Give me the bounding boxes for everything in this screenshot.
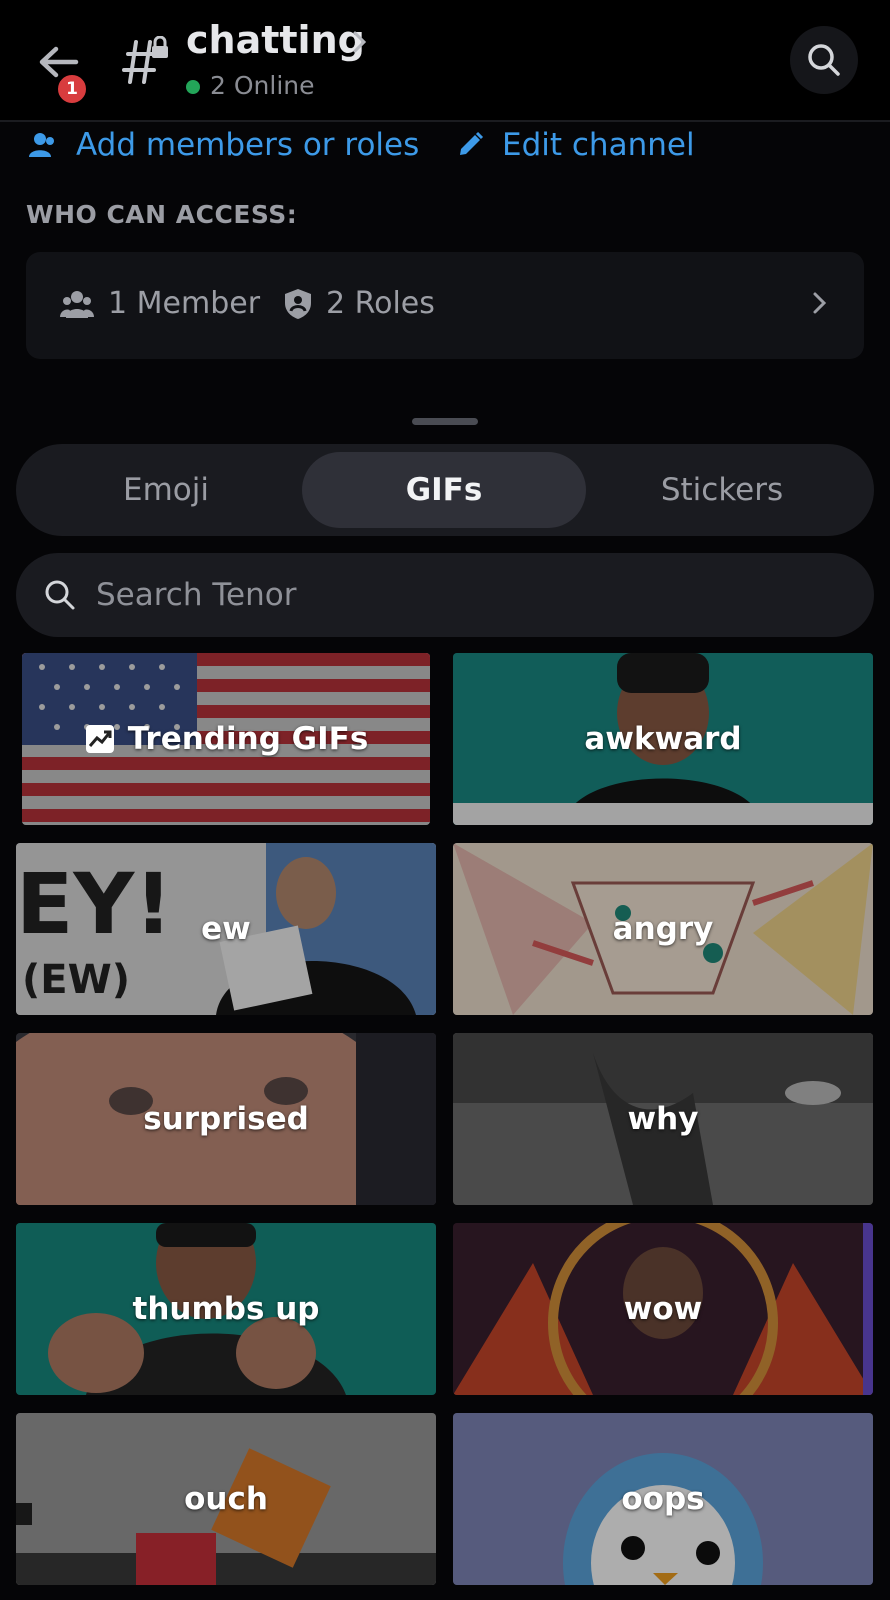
- edit-channel-link[interactable]: Edit channel: [456, 120, 695, 170]
- gif-tile-ew[interactable]: EY! (EW) ew: [16, 843, 436, 1015]
- gif-label: Trending GIFs: [127, 721, 369, 757]
- channel-header: 1 chatting 2 Online: [0, 0, 890, 122]
- gif-tile-oops[interactable]: oops: [453, 1413, 873, 1585]
- gif-tile-thumbs-up[interactable]: thumbs up: [16, 1223, 436, 1395]
- edit-channel-label: Edit channel: [502, 127, 695, 163]
- gif-tile-wow[interactable]: wow: [453, 1223, 873, 1395]
- gif-label: thumbs up: [132, 1291, 320, 1327]
- gif-tile-surprised[interactable]: surprised: [16, 1033, 436, 1205]
- online-count: 2 Online: [210, 71, 315, 100]
- search-button[interactable]: [790, 26, 858, 94]
- tab-emoji[interactable]: Emoji: [24, 452, 308, 528]
- tab-stickers[interactable]: Stickers: [580, 452, 864, 528]
- picker-tabs: Emoji GIFs Stickers: [16, 444, 874, 536]
- search-icon: [45, 580, 75, 610]
- access-summary[interactable]: 1 Member 2 Roles: [26, 252, 864, 359]
- gif-label: oops: [621, 1481, 705, 1517]
- gif-label: surprised: [143, 1101, 309, 1137]
- gif-label: ew: [201, 911, 251, 947]
- chevron-right-icon: [813, 292, 827, 314]
- access-heading: WHO CAN ACCESS:: [26, 200, 298, 229]
- role-count: 2 Roles: [284, 286, 435, 321]
- tab-gifs[interactable]: GIFs: [302, 452, 586, 528]
- chevron-right-icon[interactable]: [352, 30, 368, 54]
- online-indicator: [186, 80, 200, 94]
- member-count: 1 Member: [60, 286, 260, 321]
- gif-label: awkward: [584, 721, 742, 757]
- gif-tile-angry[interactable]: angry: [453, 843, 873, 1015]
- members-icon: [60, 290, 94, 318]
- add-member-icon: [29, 133, 54, 157]
- gif-tile-ouch[interactable]: ouch: [16, 1413, 436, 1585]
- channel-name[interactable]: chatting: [186, 18, 365, 62]
- trending-icon: [85, 725, 114, 753]
- shield-icon: [285, 288, 311, 319]
- locked-channel-icon: [122, 36, 168, 84]
- notification-badge: 1: [55, 72, 89, 106]
- add-members-link[interactable]: Add members or roles: [28, 120, 419, 170]
- gif-label: why: [627, 1101, 699, 1137]
- gif-search-input[interactable]: [94, 576, 798, 614]
- gif-search-bar[interactable]: [16, 553, 874, 637]
- pencil-icon: [460, 131, 484, 155]
- gif-label: angry: [612, 911, 714, 947]
- gif-tile-awkward[interactable]: awkward: [453, 653, 873, 825]
- add-members-label: Add members or roles: [76, 127, 420, 163]
- gif-label: ouch: [184, 1481, 268, 1517]
- search-icon: [808, 44, 840, 76]
- gif-label: wow: [623, 1291, 703, 1327]
- gif-tile-trending[interactable]: Trending GIFs: [22, 653, 430, 825]
- gif-tile-why[interactable]: why: [453, 1033, 873, 1205]
- sheet-drag-handle[interactable]: [412, 418, 478, 425]
